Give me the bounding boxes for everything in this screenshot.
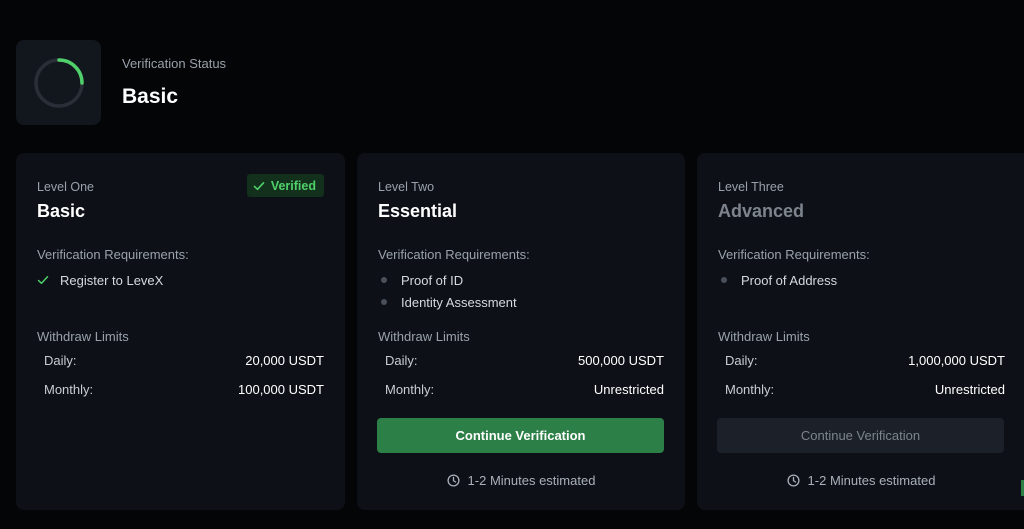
monthly-value: Unrestricted xyxy=(593,382,664,397)
withdraw-limits-title: Withdraw Limits xyxy=(718,329,810,344)
monthly-value: 100,000 USDT xyxy=(238,382,324,397)
progress-ring-icon xyxy=(33,57,84,108)
requirements-title: Verification Requirements: xyxy=(718,247,870,262)
level-name: Basic xyxy=(37,201,86,221)
time-estimate-label: 1-2 Minutes estimated xyxy=(807,473,936,488)
daily-limit-row: Daily: 20,000 USDT xyxy=(44,353,324,368)
requirement-label: Identity Assessment xyxy=(401,294,517,310)
monthly-limit-row: Monthly: Unrestricted xyxy=(385,382,664,397)
level-two-card: Level Two Essential Verification Require… xyxy=(357,153,685,510)
requirement-item: Proof of ID xyxy=(378,269,517,291)
level-label: Level Three xyxy=(718,180,784,194)
requirement-label: Register to LeveX xyxy=(60,272,164,288)
daily-value: 1,000,000 USDT xyxy=(908,353,1005,368)
daily-label: Daily: xyxy=(385,353,418,368)
check-icon xyxy=(37,276,49,285)
time-estimate-label: 1-2 Minutes estimated xyxy=(467,473,596,488)
requirements-list: Register to LeveX xyxy=(37,269,163,291)
level-name: Essential xyxy=(378,201,458,221)
level-three-card: Level Three Advanced Verification Requir… xyxy=(697,153,1024,510)
bullet-dot-icon xyxy=(721,277,727,283)
daily-value: 500,000 USDT xyxy=(578,353,664,368)
withdraw-limits-title: Withdraw Limits xyxy=(378,329,470,344)
requirements-list: Proof of ID Identity Assessment xyxy=(378,269,517,313)
level-one-card: Level One Basic Verified Verification Re… xyxy=(16,153,345,510)
monthly-limit-row: Monthly: Unrestricted xyxy=(725,382,1005,397)
verified-badge: Verified xyxy=(246,174,324,197)
time-estimate: 1-2 Minutes estimated xyxy=(697,473,1024,488)
monthly-label: Monthly: xyxy=(385,382,435,397)
check-icon xyxy=(253,181,265,190)
clock-icon xyxy=(786,474,800,487)
bullet-dot-icon xyxy=(381,299,387,305)
requirements-title: Verification Requirements: xyxy=(37,247,189,262)
continue-verification-button-disabled[interactable]: Continue Verification xyxy=(717,418,1004,453)
time-estimate: 1-2 Minutes estimated xyxy=(357,473,685,488)
requirements-title: Verification Requirements: xyxy=(378,247,530,262)
requirements-list: Proof of Address xyxy=(718,269,837,291)
monthly-label: Monthly: xyxy=(44,382,94,397)
monthly-label: Monthly: xyxy=(725,382,775,397)
monthly-value: Unrestricted xyxy=(934,382,1005,397)
level-label: Level One xyxy=(37,180,94,194)
requirement-item: Identity Assessment xyxy=(378,291,517,313)
verification-status-label: Verification Status xyxy=(122,56,227,71)
daily-label: Daily: xyxy=(725,353,758,368)
level-label: Level Two xyxy=(378,180,435,194)
continue-verification-button[interactable]: Continue Verification xyxy=(377,418,664,453)
verification-status-icon-box xyxy=(16,40,101,125)
clock-icon xyxy=(446,474,460,487)
daily-limit-row: Daily: 500,000 USDT xyxy=(385,353,664,368)
bullet-dot-icon xyxy=(381,277,387,283)
monthly-limit-row: Monthly: 100,000 USDT xyxy=(44,382,324,397)
requirement-item: Register to LeveX xyxy=(37,269,163,291)
requirement-item: Proof of Address xyxy=(718,269,837,291)
daily-label: Daily: xyxy=(44,353,77,368)
daily-value: 20,000 USDT xyxy=(245,353,324,368)
withdraw-limits-title: Withdraw Limits xyxy=(37,329,129,344)
verification-status-value: Basic xyxy=(122,85,179,108)
level-name: Advanced xyxy=(718,201,805,221)
daily-limit-row: Daily: 1,000,000 USDT xyxy=(725,353,1005,368)
verified-badge-label: Verified xyxy=(270,178,316,193)
requirement-label: Proof of Address xyxy=(741,272,838,288)
requirement-label: Proof of ID xyxy=(401,272,464,288)
